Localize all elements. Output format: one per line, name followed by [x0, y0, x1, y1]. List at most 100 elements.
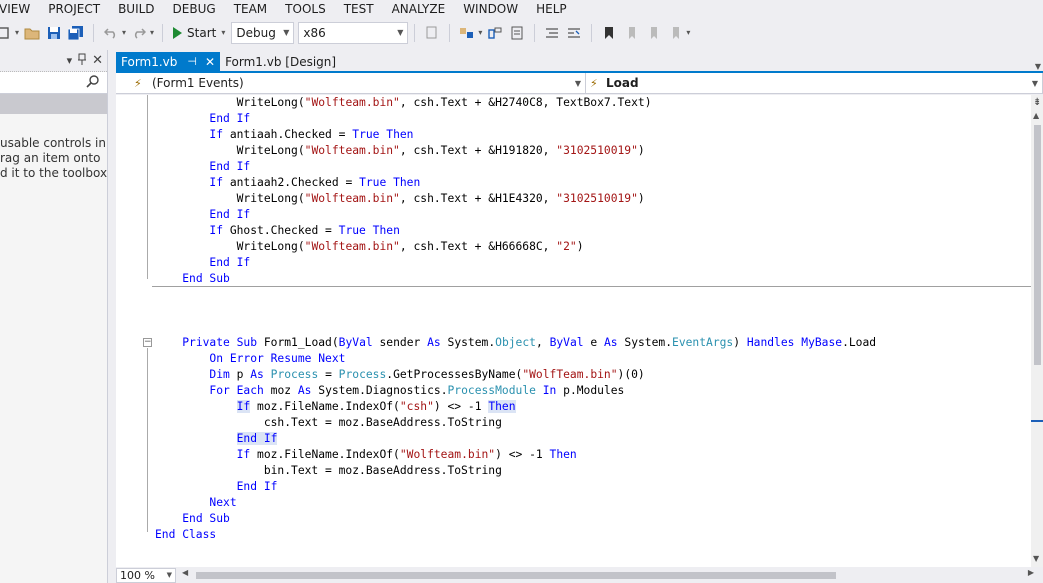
code-token: ) <> -1: [495, 448, 550, 461]
scroll-left-icon[interactable]: ◀: [182, 568, 188, 577]
code-line: bin.Text = moz.BaseAddress.ToString: [155, 463, 502, 479]
tab-label: Form1.vb: [121, 54, 178, 69]
solution-explorer-icon[interactable]: [459, 25, 475, 41]
redo-dropdown-icon[interactable]: ▾: [150, 28, 154, 37]
code-token: ByVal: [549, 336, 584, 349]
code-line: If moz.FileName.IndexOf("Wolfteam.bin") …: [155, 447, 577, 463]
code-token: "csh": [399, 400, 434, 413]
clear-bookmarks-icon[interactable]: [667, 25, 683, 41]
code-token: "2": [556, 240, 577, 253]
member-select-value: Load: [606, 76, 639, 90]
play-icon: [173, 26, 183, 39]
code-token: ByVal: [338, 336, 373, 349]
menu-help[interactable]: HELP: [527, 0, 576, 18]
horizontal-scrollbar[interactable]: ◀ ▶: [180, 568, 1040, 582]
new-project-dropdown-icon[interactable]: ▾: [15, 28, 19, 37]
menu-test[interactable]: TEST: [335, 0, 383, 18]
code-line: End If: [155, 207, 250, 223]
code-token: , csh.Text + &H1E4320,: [399, 192, 557, 205]
start-dropdown-icon[interactable]: ▾: [221, 28, 225, 37]
toolbox-group-header[interactable]: [0, 94, 107, 114]
code-token: Next: [209, 496, 237, 509]
document-tabs: Form1.vb ⊣ ✕ Form1.vb [Design] ▼: [116, 52, 1043, 73]
tab-form1-vb[interactable]: Form1.vb ⊣ ✕: [116, 52, 221, 71]
code-token: Object: [495, 336, 536, 349]
code-token: Process: [270, 368, 319, 381]
scroll-up-icon[interactable]: ▲: [1033, 111, 1039, 120]
uncomment-icon[interactable]: [566, 25, 582, 41]
new-project-icon[interactable]: [0, 25, 12, 41]
close-icon[interactable]: ✕: [205, 55, 215, 69]
tab-overflow-icon[interactable]: ▼: [1035, 62, 1041, 71]
undo-dropdown-icon[interactable]: ▾: [122, 28, 126, 37]
pin-icon[interactable]: [78, 53, 87, 68]
chevron-down-icon[interactable]: ▾: [67, 54, 73, 67]
object-select[interactable]: ⚡ (Form1 Events) ▼: [116, 73, 586, 93]
class-view-icon[interactable]: [487, 25, 503, 41]
tab-label: Form1.vb [Design]: [225, 54, 337, 69]
toolbox-search[interactable]: [0, 72, 107, 94]
scroll-right-icon[interactable]: ▶: [1028, 568, 1034, 577]
redo-icon[interactable]: [131, 25, 147, 41]
save-all-icon[interactable]: [68, 25, 84, 41]
close-icon[interactable]: ✕: [92, 53, 103, 68]
find-in-files-icon[interactable]: [424, 25, 440, 41]
comment-out-icon[interactable]: [544, 25, 560, 41]
menu-view[interactable]: VIEW: [0, 0, 39, 18]
code-token: ): [733, 336, 747, 349]
code-token: moz.FileName.IndexOf(: [250, 400, 400, 413]
code-token: Form1_Load(: [257, 336, 339, 349]
open-folder-icon[interactable]: [24, 25, 40, 41]
scroll-down-icon[interactable]: ▼: [1033, 554, 1039, 563]
next-bookmark-icon[interactable]: [645, 25, 661, 41]
code-token: .Load: [842, 336, 877, 349]
bookmark-icon[interactable]: [601, 25, 617, 41]
code-token: sender: [372, 336, 428, 349]
code-token: csh.Text = moz.BaseAddress.ToString: [155, 416, 502, 429]
code-line: WriteLong("Wolfteam.bin", csh.Text + &H6…: [155, 239, 584, 255]
menu-window[interactable]: WINDOW: [454, 0, 527, 18]
tab-form1-design[interactable]: Form1.vb [Design]: [220, 52, 341, 71]
code-token: , csh.Text + &H191820,: [399, 144, 557, 157]
menu-tools[interactable]: TOOLS: [276, 0, 335, 18]
toolbox-message-line: usable controls in: [0, 136, 106, 150]
start-button[interactable]: Start ▾: [173, 26, 227, 40]
code-token: End If: [209, 112, 251, 125]
code-token: System.: [617, 336, 673, 349]
properties-icon[interactable]: [509, 25, 525, 41]
previous-bookmark-icon[interactable]: [623, 25, 639, 41]
code-line: End If: [155, 255, 250, 271]
pin-icon[interactable]: ⊣: [187, 55, 197, 68]
code-token: "3102510019": [556, 144, 638, 157]
menu-build[interactable]: BUILD: [109, 0, 163, 18]
code-token: ) <> -1: [433, 400, 489, 413]
vertical-scrollbar[interactable]: ⇟ ▲ ▼: [1031, 95, 1043, 567]
menu-team[interactable]: TEAM: [225, 0, 276, 18]
menu-project[interactable]: PROJECT: [39, 0, 109, 18]
menu-analyze[interactable]: ANALYZE: [383, 0, 455, 18]
solution-explorer-dropdown-icon[interactable]: ▾: [478, 28, 482, 37]
code-token: WriteLong(: [155, 144, 305, 157]
scrollbar-thumb[interactable]: [196, 572, 836, 579]
code-token: Ghost.Checked =: [223, 224, 339, 237]
code-editor[interactable]: − WriteLong("Wolfteam.bin", csh.Text + &…: [116, 95, 1031, 567]
toolbar-overflow-icon[interactable]: ▾: [686, 28, 690, 37]
zoom-select[interactable]: 100 % ▼: [116, 567, 176, 583]
split-icon[interactable]: ⇟: [1033, 97, 1041, 108]
collapse-icon[interactable]: −: [143, 338, 152, 347]
save-icon[interactable]: [46, 25, 62, 41]
member-select[interactable]: ⚡ Load ▼: [586, 73, 1043, 93]
menu-debug[interactable]: DEBUG: [164, 0, 225, 18]
scrollbar-thumb[interactable]: [1034, 125, 1041, 365]
undo-icon[interactable]: [103, 25, 119, 41]
code-line: WriteLong("Wolfteam.bin", csh.Text + &H2…: [155, 95, 652, 111]
code-line: For Each moz As System.Diagnostics.Proce…: [155, 383, 624, 399]
solution-platform-select[interactable]: x86 ▼: [298, 21, 409, 44]
code-line: If antiaah.Checked = True Then: [155, 127, 413, 143]
code-token: True Then: [338, 224, 400, 237]
solution-configuration-select[interactable]: Debug ▼: [231, 21, 295, 44]
